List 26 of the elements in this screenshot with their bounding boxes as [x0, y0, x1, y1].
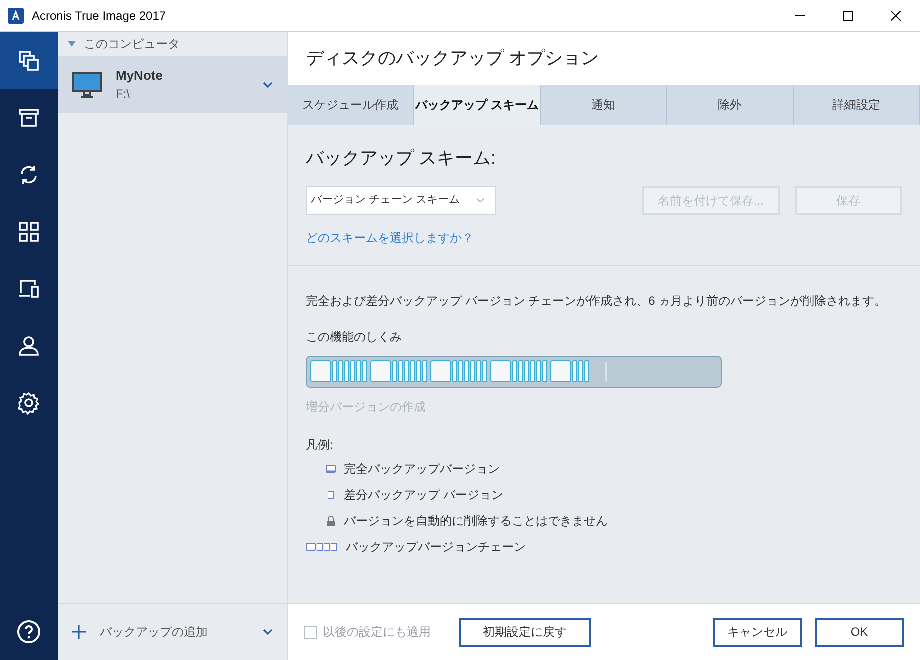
- legend-label: 完全バックアップバージョン: [344, 461, 500, 478]
- legend-label: バックアップバージョンチェーン: [346, 539, 526, 556]
- help-link[interactable]: どのスキームを選択しますか？: [306, 229, 902, 247]
- ok-button[interactable]: OK: [815, 618, 904, 646]
- checkbox-label: 以後の設定にも適用: [323, 624, 431, 641]
- section-heading: バックアップ スキーム:: [306, 147, 498, 170]
- description-text: 完全および差分バックアップ バージョン チェーンが作成され、6 ヵ月より前のバージョンが削除されます。: [306, 293, 888, 310]
- add-backup-link[interactable]: バックアップの追加: [100, 623, 208, 641]
- tab[interactable]: 通知: [540, 85, 668, 125]
- tab[interactable]: 除外: [667, 85, 794, 125]
- tab[interactable]: 詳細設定: [794, 85, 920, 125]
- legend-title: 凡例:: [306, 437, 334, 454]
- page-title: ディスクのバックアップ オプション: [306, 47, 600, 70]
- legend-label: 差分バックアップ バージョン: [344, 487, 504, 504]
- diagram-caption: 増分バージョンの作成: [306, 399, 427, 416]
- scheme-dropdown[interactable]: バージョン チェーン スキーム: [306, 186, 496, 215]
- legend-label: バージョンを自動的に削除することはできません: [344, 513, 608, 530]
- source-item[interactable]: MyNote F:\: [58, 56, 287, 113]
- cancel-button[interactable]: キャンセル: [713, 618, 802, 646]
- section-label: この機能のしくみ: [306, 329, 403, 346]
- reset-button[interactable]: 初期設定に戻す: [459, 618, 591, 646]
- window-title: Acronis True Image 2017: [32, 8, 166, 24]
- group-label: このコンピュータ: [84, 36, 180, 53]
- item-name: MyNote: [116, 66, 163, 85]
- tab[interactable]: バックアップ スキーム: [414, 85, 541, 125]
- item-path: F:\: [116, 86, 131, 104]
